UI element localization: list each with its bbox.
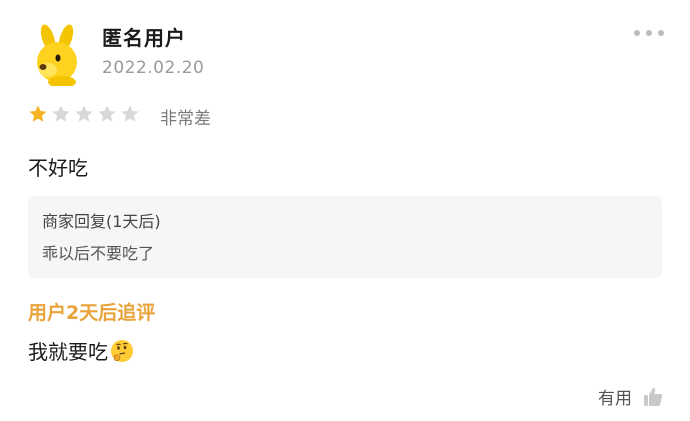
username: 匿名用户: [102, 26, 186, 50]
review-text: 不好吃: [28, 156, 88, 180]
star-empty-icon: [75, 105, 93, 122]
star-empty-icon: [52, 105, 70, 122]
review-date: 2022.02.20: [102, 58, 205, 78]
thinking-face-icon: [111, 339, 133, 362]
followup-line: 我就要吃: [28, 336, 134, 365]
dot: [658, 30, 664, 36]
star-empty-icon: [121, 105, 139, 122]
merchant-reply-title: 商家回复(1天后): [42, 212, 161, 231]
star-empty-icon: [98, 105, 116, 122]
followup-title: 用户2天后追评: [28, 302, 156, 324]
avatar[interactable]: [30, 22, 86, 86]
more-dots-icon[interactable]: [634, 30, 664, 36]
dot: [646, 30, 652, 36]
followup-text: 我就要吃: [28, 340, 108, 364]
star-filled-icon: [29, 105, 47, 122]
useful-label: 有用: [598, 389, 632, 409]
merchant-reply-box: 商家回复(1天后) 乖以后不要吃了: [28, 196, 662, 278]
dot: [634, 30, 640, 36]
rating-label: 非常差: [160, 109, 211, 129]
useful-button[interactable]: 有用: [598, 384, 664, 409]
merchant-reply-text: 乖以后不要吃了: [42, 244, 155, 263]
thumbs-up-icon: [644, 387, 663, 406]
star-rating: [28, 104, 140, 124]
